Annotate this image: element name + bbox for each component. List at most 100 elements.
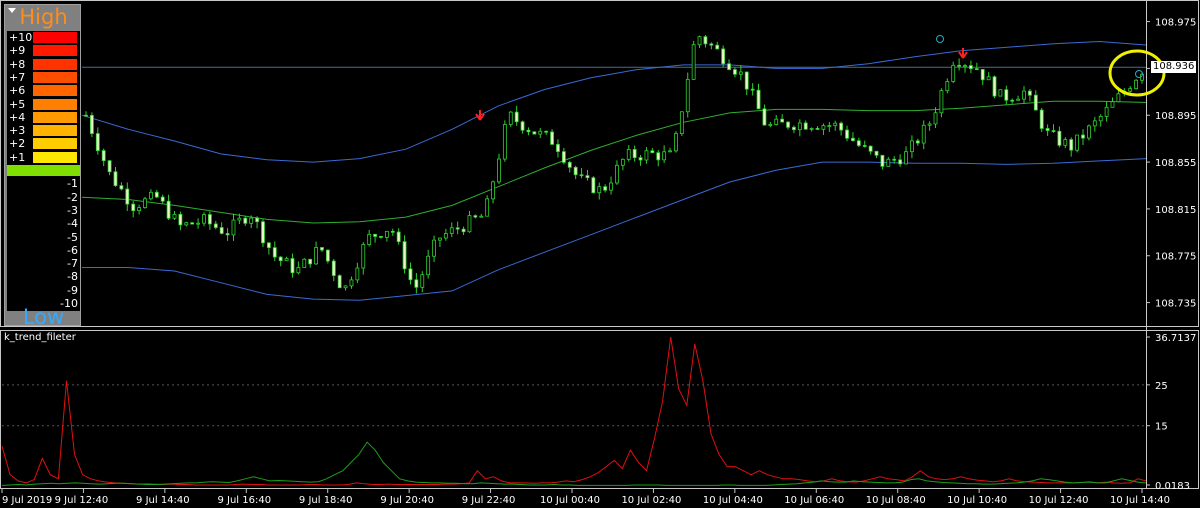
gauge-level: -2	[7, 191, 80, 204]
candle	[296, 261, 301, 275]
candle	[243, 215, 248, 226]
gauge-level: -6	[7, 244, 80, 257]
candle	[803, 120, 808, 130]
gauge-level-box	[33, 151, 77, 163]
candle	[172, 211, 177, 220]
candle	[644, 147, 649, 164]
candle	[638, 154, 643, 166]
candle	[921, 120, 926, 150]
candle	[656, 149, 661, 167]
candle	[408, 262, 413, 285]
candle	[945, 78, 950, 94]
candle	[101, 148, 106, 167]
gauge-level-label: -6	[67, 243, 78, 257]
candle	[620, 158, 625, 171]
candle	[898, 154, 903, 167]
time-tick-label: 9 Jul 16:40	[217, 495, 271, 506]
time-tick-label: 10 Jul 08:40	[866, 495, 926, 506]
candle	[561, 147, 566, 165]
candle	[1075, 134, 1080, 153]
candle	[538, 128, 543, 138]
gauge-level-box	[33, 71, 77, 83]
candle	[1063, 137, 1068, 149]
gauge-level: -5	[7, 231, 80, 244]
gauge-level: +10	[7, 31, 80, 44]
gauge-level-label: +9	[9, 44, 26, 58]
candle	[868, 145, 873, 155]
time-tick-label: 10 Jul 10:40	[947, 495, 1007, 506]
chart-canvas[interactable]: 108.975108.935108.895108.855108.815108.7…	[0, 0, 1200, 508]
candle	[261, 219, 265, 247]
gauge-level: +7	[7, 71, 80, 84]
candle	[320, 247, 324, 253]
time-tick-label: 10 Jul 06:40	[784, 495, 844, 506]
gauge-level-box	[33, 85, 77, 97]
candle	[809, 127, 814, 132]
price-tick-label: 108.895	[1155, 111, 1196, 122]
gauge-level-label: -9	[67, 283, 78, 297]
gauge-level-box	[33, 98, 77, 110]
candle	[473, 214, 478, 219]
candle	[1128, 86, 1133, 93]
candle	[974, 62, 979, 71]
candle	[597, 182, 602, 200]
gauge-level-label: +4	[9, 110, 26, 124]
time-tick-label: 9 Jul 2019	[2, 495, 52, 506]
candle	[143, 196, 147, 209]
gauge-level: +9	[7, 44, 80, 57]
gauge-level	[7, 164, 80, 177]
candle	[1022, 86, 1026, 105]
candle	[390, 228, 395, 236]
time-tick-label: 10 Jul 12:40	[1029, 495, 1089, 506]
indicator-panel-border	[0, 330, 1199, 489]
gauge-level: +8	[7, 58, 80, 71]
candle	[951, 61, 956, 84]
candle	[278, 256, 283, 267]
candle	[331, 258, 336, 282]
gauge-level: -3	[7, 204, 80, 217]
candle	[396, 228, 401, 245]
candle	[933, 107, 938, 128]
time-axis: 9 Jul 2019 9 Jul 12:40 9 Jul 14:40 9 Jul 16…	[1, 489, 1170, 506]
candle	[160, 194, 165, 204]
candle	[980, 68, 985, 86]
candle	[1028, 88, 1032, 102]
candle	[373, 233, 377, 243]
candle	[514, 105, 519, 126]
indicator-line-1	[1, 441, 1147, 486]
candle	[302, 258, 307, 268]
main-panel-border	[0, 0, 1199, 327]
time-tick-label: 10 Jul 14:40	[1110, 495, 1170, 506]
candle	[520, 120, 525, 134]
candle	[438, 237, 442, 247]
candle	[709, 42, 714, 50]
candle	[927, 121, 932, 131]
candle	[756, 83, 761, 110]
candle	[497, 153, 501, 184]
indicator-tick-label: 0.0183	[1155, 481, 1190, 492]
candle	[119, 182, 124, 191]
candle	[697, 35, 702, 49]
candle	[957, 58, 962, 71]
time-tick-label: 10 Jul 04:40	[703, 495, 763, 506]
indicator-tick-label: 25	[1155, 381, 1168, 392]
gauge-level: +4	[7, 111, 80, 124]
candle	[379, 235, 383, 239]
gauge-level-label: +5	[9, 97, 26, 111]
candle	[815, 126, 820, 130]
gauge-level-label: +1	[9, 150, 26, 164]
candle	[1110, 97, 1115, 108]
candle	[526, 127, 531, 136]
gauge-level-box	[33, 138, 77, 150]
candle	[290, 253, 295, 278]
candle	[491, 180, 495, 204]
candle	[219, 222, 224, 235]
candle	[910, 135, 914, 159]
candle	[148, 189, 153, 201]
candle	[325, 249, 330, 264]
indicator-line-0	[1, 337, 1147, 486]
candle	[986, 72, 991, 81]
indicator-title: k_trend_fileter	[4, 332, 76, 343]
candle	[89, 112, 94, 138]
candle	[715, 41, 720, 50]
